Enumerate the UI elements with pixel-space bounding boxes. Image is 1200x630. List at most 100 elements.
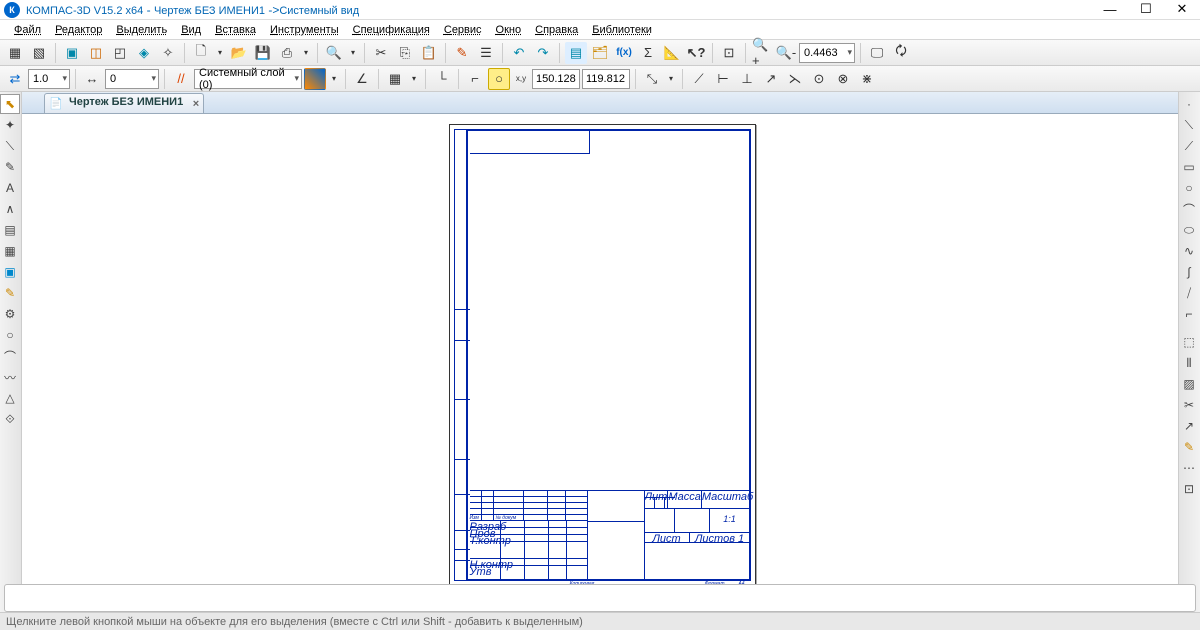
command-bar[interactable]	[4, 584, 1196, 612]
r-extend-icon[interactable]: ↗	[1179, 416, 1199, 436]
menu-view[interactable]: Вид	[175, 22, 207, 38]
circle-tool-icon[interactable]: ○	[0, 325, 20, 345]
document-tab[interactable]: 📄 Чертеж БЕЗ ИМЕНИ1 ×	[44, 93, 204, 113]
line-tool-icon[interactable]: ⟍	[0, 136, 20, 156]
brush-icon[interactable]: ✎	[451, 42, 473, 64]
3d-part-icon[interactable]: ◰	[109, 42, 131, 64]
preview-dropdown-icon[interactable]: ▾	[347, 42, 359, 64]
coord-x-input[interactable]	[532, 69, 580, 89]
r-rect-icon[interactable]: ▭	[1179, 157, 1199, 177]
view-icon[interactable]: ▣	[0, 262, 20, 282]
snap-near-icon[interactable]: ⊗	[832, 68, 854, 90]
style-icon[interactable]: //	[170, 68, 192, 90]
edit-tool-icon[interactable]: ✎	[0, 283, 20, 303]
paste-icon[interactable]: 📋	[418, 42, 440, 64]
snap-mid-icon[interactable]: ⊢	[712, 68, 734, 90]
snap-center-icon[interactable]: ⊙	[808, 68, 830, 90]
snap-combo[interactable]: 1.0	[28, 69, 70, 89]
select-tool-icon[interactable]: ⬉	[0, 94, 20, 114]
calculator-icon[interactable]: 🗂	[589, 42, 611, 64]
r-fillet-icon[interactable]: ⌐	[1179, 304, 1199, 324]
grid-dropdown-icon[interactable]: ▾	[408, 68, 420, 90]
undo-icon[interactable]: ↶	[508, 42, 530, 64]
lcs-dropdown-icon[interactable]: ▾	[665, 68, 677, 90]
new-doc-icon[interactable]: 🗋	[190, 42, 212, 64]
snap-tan-icon[interactable]: ↗	[760, 68, 782, 90]
fx-icon[interactable]: f(x)	[613, 42, 635, 64]
zoom-all-icon[interactable]: ⊡	[718, 42, 740, 64]
save-icon[interactable]: 💾	[252, 42, 274, 64]
properties-icon[interactable]: ☰	[475, 42, 497, 64]
layer-combo[interactable]: Системный слой (0)	[194, 69, 302, 89]
redo-icon[interactable]: ↷	[532, 42, 554, 64]
r-line-icon[interactable]: ⟍	[1179, 115, 1199, 135]
menu-tools[interactable]: Инструменты	[264, 22, 345, 38]
arrange-windows-icon[interactable]: ▦	[4, 42, 26, 64]
r-misc-icon[interactable]: ⋯	[1179, 458, 1199, 478]
menu-insert[interactable]: Вставка	[209, 22, 262, 38]
menu-libraries[interactable]: Библиотеки	[586, 22, 658, 38]
print-icon[interactable]: ⎙	[276, 42, 298, 64]
dimension-icon[interactable]: A	[0, 178, 20, 198]
snap-mode-icon[interactable]: ⇄	[4, 68, 26, 90]
refresh-icon[interactable]: 🗘	[890, 42, 912, 64]
minimize-button[interactable]: —	[1092, 0, 1128, 18]
sigma-icon[interactable]: Σ	[637, 42, 659, 64]
step-combo[interactable]: 0	[105, 69, 159, 89]
explode-icon[interactable]: ✧	[157, 42, 179, 64]
3d-cube-icon[interactable]: ▣	[61, 42, 83, 64]
menu-service[interactable]: Сервис	[438, 22, 488, 38]
cut-icon[interactable]: ✂	[370, 42, 392, 64]
print-dropdown-icon[interactable]: ▾	[300, 42, 312, 64]
round-icon[interactable]: ○	[488, 68, 510, 90]
r-ellipse-icon[interactable]: ⬭	[1179, 220, 1199, 240]
arc-tool-icon[interactable]: ⌒	[0, 346, 20, 366]
measure-icon[interactable]: ✎	[0, 157, 20, 177]
table-icon[interactable]: ▦	[0, 241, 20, 261]
lcs-icon[interactable]: ⤡	[641, 68, 663, 90]
cascade-icon[interactable]: ▧	[28, 42, 50, 64]
hatch-icon[interactable]: ▤	[0, 220, 20, 240]
tab-close-icon[interactable]: ×	[193, 98, 199, 110]
zoom-out-icon[interactable]: 🔍-	[775, 42, 797, 64]
drawing-canvas[interactable]: Изм № докум Разраб Пров Т.контр Н.контр …	[22, 114, 1182, 596]
r-chamfer-icon[interactable]: ⧸	[1179, 283, 1199, 303]
color-dropdown-icon[interactable]: ▾	[328, 68, 340, 90]
snap-node-icon[interactable]: ⋇	[856, 68, 878, 90]
menu-help[interactable]: Справка	[529, 22, 584, 38]
r-arc-icon[interactable]: ⌒	[1179, 199, 1199, 219]
r-contour-icon[interactable]: ⬚	[1179, 332, 1199, 352]
step-icon[interactable]: ↔	[81, 68, 103, 90]
snap-perp-icon[interactable]: ⊥	[736, 68, 758, 90]
open-icon[interactable]: 📂	[228, 42, 250, 64]
r-break-icon[interactable]: ✎	[1179, 437, 1199, 457]
ruler-icon[interactable]: 📐	[661, 42, 683, 64]
r-hatch2-icon[interactable]: ▨	[1179, 374, 1199, 394]
r-circle-icon[interactable]: ○	[1179, 178, 1199, 198]
preview-icon[interactable]: 🔍	[323, 42, 345, 64]
r-trim-icon[interactable]: ✂	[1179, 395, 1199, 415]
point-tool-icon[interactable]: △	[0, 388, 20, 408]
spline-icon[interactable]: 〰	[0, 367, 20, 387]
menu-window[interactable]: Окно	[490, 22, 528, 38]
grid-icon[interactable]: ▦	[384, 68, 406, 90]
zoom-in-icon[interactable]: 🔍+	[751, 42, 773, 64]
params-icon[interactable]: ⚙	[0, 304, 20, 324]
text-icon[interactable]: ∧	[0, 199, 20, 219]
r-point-icon[interactable]: ·	[1179, 94, 1199, 114]
zoom-combo[interactable]: 0.4463	[799, 43, 855, 63]
menu-file[interactable]: Файл	[8, 22, 47, 38]
redraw-icon[interactable]: 🖵	[866, 42, 888, 64]
close-button[interactable]: ✕	[1164, 0, 1200, 18]
menu-select[interactable]: Выделить	[110, 22, 173, 38]
layers-icon[interactable]: ◈	[133, 42, 155, 64]
color-icon[interactable]	[304, 68, 326, 90]
new-dropdown-icon[interactable]: ▾	[214, 42, 226, 64]
geometry-tool-icon[interactable]: ✦	[0, 115, 20, 135]
ortho-xy-icon[interactable]: └	[431, 68, 453, 90]
snap-end-icon[interactable]: ⟋	[688, 68, 710, 90]
r-group-icon[interactable]: ⊡	[1179, 479, 1199, 499]
ortho-icon[interactable]: ⌐	[464, 68, 486, 90]
r-spline-icon[interactable]: ∿	[1179, 241, 1199, 261]
angle-icon[interactable]: ∠	[351, 68, 373, 90]
